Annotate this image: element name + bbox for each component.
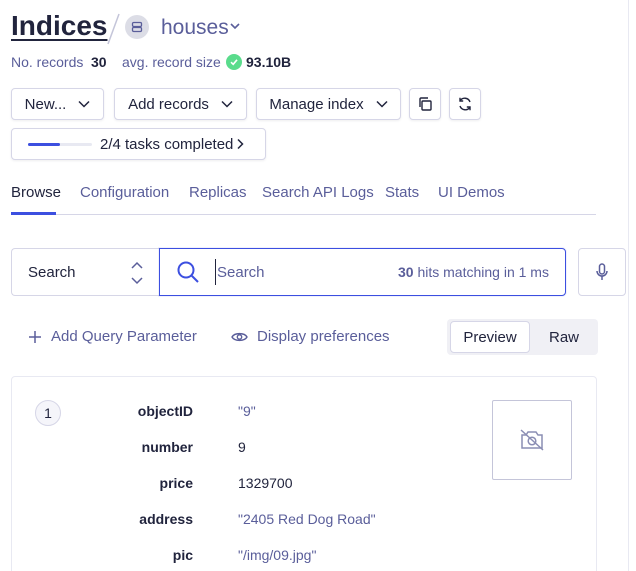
search-icon bbox=[177, 261, 199, 283]
add-records-label: Add records bbox=[128, 95, 209, 113]
page-title[interactable]: Indices bbox=[11, 10, 107, 42]
copy-icon bbox=[419, 97, 432, 111]
refresh-icon bbox=[459, 97, 471, 111]
record-rank: 1 bbox=[35, 400, 61, 426]
tab-replicas[interactable]: Replicas bbox=[189, 184, 247, 201]
search-input[interactable] bbox=[215, 259, 385, 285]
copy-button[interactable] bbox=[409, 88, 441, 120]
chevron-right-icon bbox=[237, 138, 244, 150]
records-label: No. records bbox=[11, 54, 84, 70]
display-preferences-button[interactable]: Display preferences bbox=[231, 328, 390, 345]
field-value-price: 1329700 bbox=[238, 475, 293, 491]
check-icon bbox=[226, 54, 242, 70]
raw-toggle-button[interactable]: Raw bbox=[533, 321, 595, 353]
record-size-value: 93.10B bbox=[246, 54, 292, 70]
database-icon bbox=[125, 15, 149, 39]
add-query-parameter-label: Add Query Parameter bbox=[51, 328, 197, 345]
chevron-down-icon bbox=[376, 100, 388, 108]
microphone-icon bbox=[596, 263, 608, 280]
records-count: 30 bbox=[91, 54, 107, 70]
new-button-label: New... bbox=[24, 95, 67, 113]
field-value-number: 9 bbox=[238, 439, 246, 455]
tab-search-api-logs[interactable]: Search API Logs bbox=[262, 184, 374, 201]
new-button[interactable]: New... bbox=[11, 88, 104, 120]
add-query-parameter-button[interactable]: Add Query Parameter bbox=[28, 328, 197, 345]
refresh-button[interactable] bbox=[449, 88, 481, 120]
field-value-objectid: "9" bbox=[238, 403, 256, 419]
tasks-label: 2/4 tasks completed bbox=[100, 136, 234, 153]
voice-search-button[interactable] bbox=[578, 248, 626, 296]
field-value-address: "2405 Red Dog Road" bbox=[238, 511, 376, 527]
tabs-divider bbox=[11, 214, 596, 215]
record-size-label: avg. record size bbox=[122, 54, 221, 70]
chevron-down-icon bbox=[78, 100, 90, 108]
field-key-objectid: objectID bbox=[137, 403, 193, 419]
field-value-pic: "/img/09.jpg" bbox=[238, 547, 317, 563]
preview-toggle-button[interactable]: Preview bbox=[450, 321, 530, 353]
active-tab-indicator bbox=[11, 212, 56, 215]
field-key-address: address bbox=[139, 511, 193, 527]
add-records-button[interactable]: Add records bbox=[114, 88, 247, 120]
tasks-progress-fill bbox=[28, 143, 60, 146]
display-preferences-label: Display preferences bbox=[257, 328, 390, 345]
plus-icon bbox=[29, 330, 41, 343]
tab-stats[interactable]: Stats bbox=[385, 184, 419, 201]
camera-off-icon bbox=[520, 429, 544, 451]
index-selector[interactable]: houses bbox=[161, 16, 229, 40]
field-key-pic: pic bbox=[172, 547, 193, 563]
scrollbar[interactable] bbox=[628, 0, 636, 571]
tab-ui-demos[interactable]: UI Demos bbox=[438, 184, 505, 201]
field-key-price: price bbox=[159, 475, 193, 491]
chevron-up-down-icon bbox=[131, 261, 143, 285]
field-key-number: number bbox=[141, 439, 193, 455]
manage-index-button[interactable]: Manage index bbox=[256, 88, 401, 120]
hits-summary: 30 hits matching in 1 ms bbox=[398, 264, 549, 280]
breadcrumb-separator bbox=[107, 13, 120, 45]
chevron-down-icon bbox=[221, 100, 233, 108]
manage-index-label: Manage index bbox=[269, 95, 364, 113]
hits-count: 30 bbox=[398, 264, 414, 280]
tab-configuration[interactable]: Configuration bbox=[80, 184, 169, 201]
chevron-down-icon[interactable] bbox=[229, 20, 241, 32]
tab-browse[interactable]: Browse bbox=[11, 184, 61, 201]
eye-icon bbox=[231, 332, 248, 341]
search-mode-label: Search bbox=[28, 264, 76, 281]
hits-text: hits matching in 1 ms bbox=[417, 264, 549, 280]
record-image-placeholder bbox=[492, 400, 572, 480]
